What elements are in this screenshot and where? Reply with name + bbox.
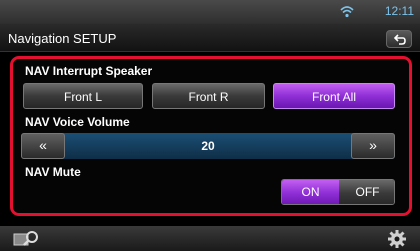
gear-icon[interactable] <box>386 229 408 249</box>
front-r-button[interactable]: Front R <box>152 83 265 109</box>
volume-decrease-button[interactable]: « <box>21 133 65 159</box>
clock: 12:11 <box>384 4 414 18</box>
title-bar: Navigation SETUP <box>0 24 420 52</box>
page-title: Navigation SETUP <box>8 31 117 46</box>
status-bar: 12:11 <box>0 0 420 24</box>
mute-on-button[interactable]: ON <box>282 180 339 204</box>
back-arrow-icon <box>393 34 406 45</box>
volume-slider[interactable]: « 20 » <box>21 133 395 159</box>
volume-increase-button[interactable]: » <box>351 133 395 159</box>
search-icon[interactable] <box>12 229 42 249</box>
wifi-icon <box>340 6 354 18</box>
front-l-button[interactable]: Front L <box>23 83 143 109</box>
volume-value: 20 <box>201 139 215 153</box>
mute-toggle[interactable]: ON OFF <box>281 179 395 205</box>
back-button[interactable] <box>386 30 412 48</box>
mute-off-button[interactable]: OFF <box>339 180 394 204</box>
interrupt-speaker-label: NAV Interrupt Speaker <box>25 64 153 78</box>
bottom-bar <box>0 226 420 251</box>
front-all-button[interactable]: Front All <box>273 83 395 109</box>
voice-volume-label: NAV Voice Volume <box>25 115 130 129</box>
settings-panel: NAV Interrupt Speaker Front L Front R Fr… <box>10 56 412 216</box>
nav-mute-label: NAV Mute <box>25 165 81 179</box>
